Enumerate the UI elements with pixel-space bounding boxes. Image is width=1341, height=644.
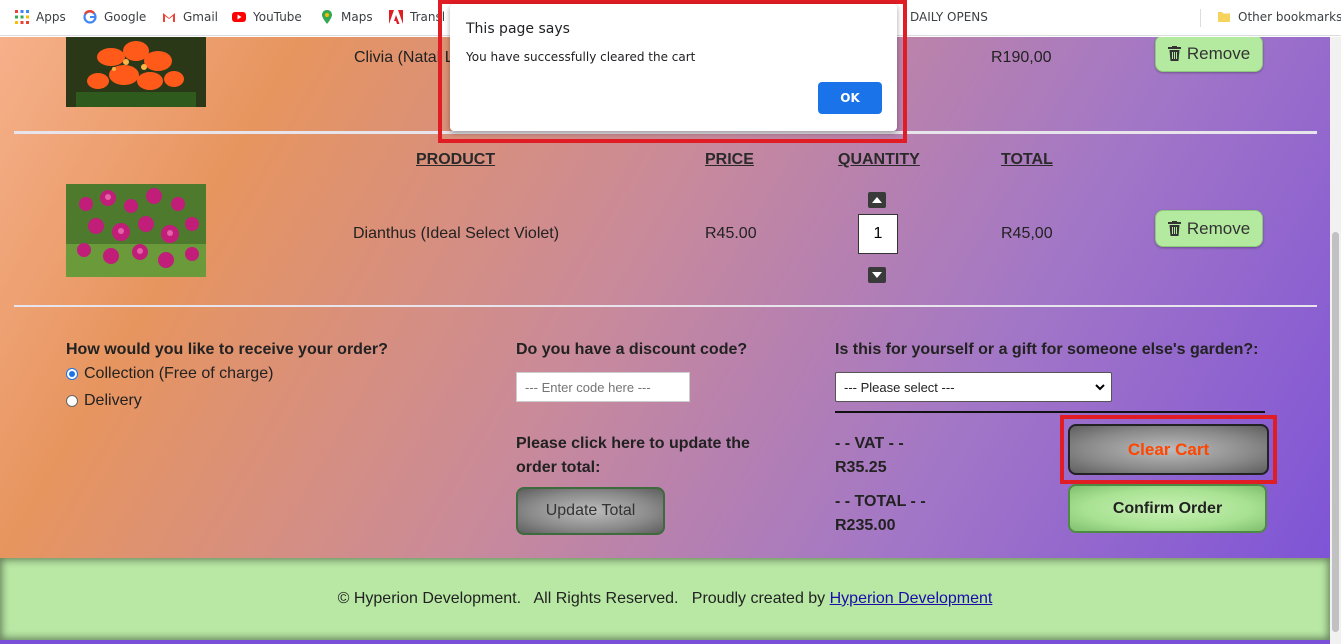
remove-label: Remove — [1186, 218, 1251, 238]
scrollbar-thumb[interactable] — [1332, 232, 1339, 632]
gmail-icon — [163, 13, 175, 22]
header-quantity: QUANTITY — [838, 151, 920, 168]
bookmark-label: Maps — [341, 10, 373, 24]
bookmark-google[interactable]: Google — [83, 10, 146, 24]
gift-select-value: --- Please select --- — [844, 379, 955, 395]
bookmark-other[interactable]: Other bookmarks — [1217, 10, 1341, 24]
header-price: PRICE — [705, 151, 754, 168]
update-total-label: Update Total — [545, 502, 636, 519]
trash-icon — [1167, 221, 1181, 236]
discount-code-input[interactable] — [516, 372, 690, 402]
dialog-message: You have successfully cleared the cart — [466, 50, 696, 64]
caret-up-icon — [872, 197, 882, 203]
trash-icon — [1167, 46, 1181, 61]
confirm-order-label: Confirm Order — [1112, 499, 1223, 517]
radio-button[interactable] — [66, 395, 78, 407]
quantity-decrease-button[interactable] — [868, 267, 886, 283]
page-bottom-strip — [0, 640, 1330, 644]
row1-remove-button[interactable]: Remove — [1155, 37, 1263, 72]
vat-label: - - VAT - - — [835, 435, 904, 452]
update-prompt-line1: Please click here to update the — [516, 435, 750, 452]
adobe-icon — [389, 10, 403, 24]
row2-total: R45,00 — [1001, 225, 1053, 242]
collection-label: Collection (Free of charge) — [84, 365, 274, 382]
bookmark-label: Other bookmarks — [1238, 10, 1341, 24]
gift-select[interactable]: --- Please select --- — [835, 372, 1112, 402]
ok-button[interactable]: OK — [818, 82, 882, 114]
quantity-increase-button[interactable] — [868, 192, 886, 208]
apps-grid-icon — [15, 10, 29, 24]
bookmark-label: Apps — [36, 10, 66, 24]
bookmark-label: Google — [104, 10, 147, 24]
chevron-down-icon — [1095, 383, 1105, 390]
vat-value: R35.25 — [835, 459, 887, 476]
update-total-button[interactable]: Update Total — [516, 487, 665, 535]
bookmark-translate[interactable]: Transl — [389, 10, 445, 24]
delivery-option[interactable]: Delivery — [66, 392, 142, 410]
bookmark-apps[interactable]: Apps — [15, 10, 66, 24]
dianthus-image — [66, 184, 206, 277]
row1-total: R190,00 — [991, 49, 1052, 66]
footer: © Hyperion Development. All Rights Reser… — [0, 558, 1330, 640]
alert-dialog: This page says You have successfully cle… — [450, 4, 897, 131]
google-icon — [83, 10, 97, 24]
bookmark-daily-opens[interactable]: DAILY OPENS — [910, 10, 988, 24]
footer-copyright: © Hyperion Development. All Rights Reser… — [337, 590, 830, 607]
bookmark-label: YouTube — [253, 10, 302, 24]
receive-question: How would you like to receive your order… — [66, 341, 388, 358]
header-total: TOTAL — [1001, 151, 1053, 168]
delivery-label: Delivery — [84, 392, 142, 409]
bookmark-label: DAILY OPENS — [910, 10, 988, 24]
folder-icon — [1218, 12, 1230, 22]
maps-icon — [322, 10, 332, 24]
quantity-input[interactable]: 1 — [858, 214, 898, 254]
dialog-title: This page says — [466, 21, 570, 37]
total-label: - - TOTAL - - — [835, 493, 926, 510]
bookmark-gmail[interactable]: Gmail — [162, 10, 218, 24]
update-prompt-line2: order total: — [516, 459, 601, 476]
bookmark-youtube[interactable]: YouTube — [232, 10, 302, 24]
caret-down-icon — [872, 272, 882, 278]
clivia-image — [66, 37, 206, 107]
collection-option[interactable]: Collection (Free of charge) — [66, 365, 273, 383]
bookmark-maps[interactable]: Maps — [320, 10, 373, 24]
highlight-box — [1060, 415, 1277, 484]
footer-link[interactable]: Hyperion Development — [830, 590, 993, 607]
header-product: PRODUCT — [416, 151, 496, 168]
row2-price: R45.00 — [705, 225, 757, 242]
scrollbar[interactable] — [1330, 37, 1341, 644]
remove-label: Remove — [1186, 43, 1251, 63]
row2-product-name: Dianthus (Ideal Select Violet) — [353, 225, 560, 242]
youtube-icon — [232, 12, 246, 22]
row2-remove-button[interactable]: Remove — [1155, 210, 1263, 247]
bookmarks-divider — [1200, 9, 1201, 27]
discount-question: Do you have a discount code? — [516, 341, 748, 358]
radio-button-checked[interactable] — [66, 368, 78, 380]
total-value: R235.00 — [835, 517, 896, 534]
bookmark-label: Gmail — [183, 10, 219, 24]
footer-text: © Hyperion Development. All Rights Reser… — [0, 590, 1330, 608]
gift-question: Is this for yourself or a gift for someo… — [835, 341, 1259, 358]
confirm-order-button[interactable]: Confirm Order — [1068, 484, 1267, 533]
divider — [14, 305, 1317, 307]
totals-divider — [835, 411, 1265, 413]
